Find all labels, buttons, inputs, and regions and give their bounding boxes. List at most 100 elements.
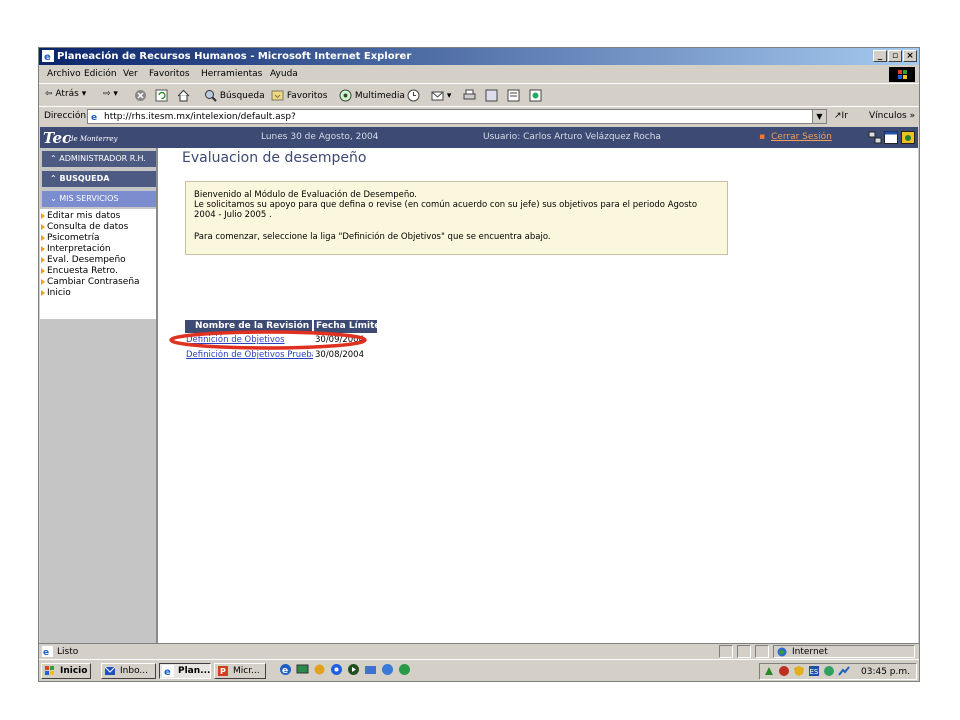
task-microsoft-label: Micr... bbox=[233, 666, 260, 676]
menu-bar: Archivo Edición Ver Favoritos Herramient… bbox=[39, 66, 919, 84]
help-icon[interactable] bbox=[901, 131, 915, 144]
history-icon bbox=[407, 89, 420, 102]
logout-link[interactable]: Cerrar Sesión bbox=[771, 132, 832, 142]
menu-item-consulta-datos[interactable]: Consulta de datos bbox=[40, 222, 128, 232]
print-icon bbox=[463, 89, 476, 100]
logo-main: Tec bbox=[43, 129, 72, 147]
menu-item-cambiar-contrasena[interactable]: Cambiar Contraseña bbox=[41, 277, 140, 287]
media-launch-icon[interactable] bbox=[330, 663, 343, 676]
info-line-4: Para comenzar, seleccione la liga "Defin… bbox=[194, 232, 551, 242]
forward-arrow-icon: ⇨ bbox=[103, 89, 111, 99]
logout-bullet-icon: ▪ bbox=[759, 132, 766, 142]
mail-button[interactable]: ▾ bbox=[431, 89, 451, 102]
explorer-launch-icon[interactable] bbox=[381, 663, 394, 676]
zone-label: Internet bbox=[792, 647, 828, 657]
discuss-button[interactable] bbox=[507, 89, 520, 102]
menu-item-encuesta-retro[interactable]: Encuesta Retro. bbox=[41, 266, 118, 276]
forward-button[interactable]: ⇨ ▾ bbox=[103, 89, 118, 99]
info-line-2: Le solicitamos su apoyo para que defina … bbox=[194, 200, 698, 210]
tray-connection-icon[interactable] bbox=[838, 665, 850, 677]
address-input[interactable]: e http://rhs.itesm.mx/intelexion/default… bbox=[87, 109, 827, 124]
zone-pane: Internet bbox=[773, 645, 915, 658]
menu-ayuda[interactable]: Ayuda bbox=[270, 69, 298, 79]
menu-archivo[interactable]: Archivo bbox=[47, 69, 81, 79]
status-pane-2 bbox=[737, 645, 751, 658]
links-button[interactable]: Vínculos » bbox=[869, 111, 915, 121]
logo-sub: de Monterrey bbox=[69, 135, 118, 143]
mail-icon bbox=[431, 91, 444, 101]
info-panel: Bienvenido al Módulo de Evaluación de De… bbox=[185, 181, 728, 255]
edit-button[interactable] bbox=[485, 89, 498, 102]
tray-antivirus-icon[interactable] bbox=[778, 665, 790, 677]
search-label: Búsqueda bbox=[219, 91, 265, 101]
task-inbox-label: Inbo... bbox=[120, 666, 149, 676]
svg-text:e: e bbox=[43, 648, 49, 657]
nav-mis-servicios[interactable]: ⌄ MIS SERVICIOS bbox=[42, 191, 156, 207]
tray-language-icon[interactable]: ES bbox=[808, 665, 820, 677]
menu-item-editar-datos[interactable]: Editar mis datos bbox=[40, 211, 120, 221]
stop-icon bbox=[135, 90, 146, 101]
messenger-button[interactable] bbox=[529, 89, 542, 102]
home-button[interactable] bbox=[177, 89, 190, 102]
info-line-1: Bienvenido al Módulo de Evaluación de De… bbox=[194, 190, 417, 200]
svg-text:e: e bbox=[164, 667, 171, 677]
clock: 03:45 p.m. bbox=[861, 667, 910, 677]
ie-launch-icon[interactable]: e bbox=[279, 663, 292, 676]
toolbar: ⇦ Atrás ▾ ⇨ ▾ Búsqueda Favoritos Multime… bbox=[39, 84, 919, 107]
svg-text:e: e bbox=[282, 666, 288, 676]
menu-item-inicio[interactable]: Inicio bbox=[41, 288, 71, 298]
menu-ver[interactable]: Ver bbox=[123, 69, 138, 79]
print-button[interactable] bbox=[463, 89, 476, 102]
refresh-button[interactable] bbox=[155, 89, 168, 102]
search-button[interactable]: Búsqueda bbox=[204, 89, 265, 102]
messenger-icon bbox=[529, 89, 542, 102]
sidebar: ⌃ ADMINISTRADOR R.H. ⌃ BUSQUEDA ⌄ MIS SE… bbox=[40, 148, 158, 643]
address-dropdown-button[interactable]: ▼ bbox=[812, 110, 826, 123]
close-button[interactable]: × bbox=[903, 50, 917, 62]
multimedia-label: Multimedia bbox=[354, 91, 405, 101]
favorites-button[interactable]: Favoritos bbox=[271, 89, 328, 102]
mail-launch-icon[interactable] bbox=[364, 663, 377, 676]
menu-item-psicometria[interactable]: Psicometría bbox=[40, 233, 99, 243]
multimedia-button[interactable]: Multimedia bbox=[339, 89, 405, 102]
back-button[interactable]: ⇦ Atrás ▾ bbox=[45, 89, 86, 99]
nav-admin-rh[interactable]: ⌃ ADMINISTRADOR R.H. bbox=[42, 151, 156, 167]
header-date: Lunes 30 de Agosto, 2004 bbox=[261, 132, 379, 142]
menu-edicion[interactable]: Edición bbox=[84, 69, 117, 79]
address-label: Dirección bbox=[44, 111, 87, 121]
favorites-icon bbox=[271, 90, 284, 101]
nav-busqueda[interactable]: ⌃ BUSQUEDA bbox=[42, 171, 156, 187]
start-button[interactable]: Inicio bbox=[41, 663, 91, 679]
task-microsoft[interactable]: P Micr... bbox=[214, 663, 266, 679]
menu-item-interpretacion[interactable]: Interpretación bbox=[41, 244, 111, 254]
status-bar: e Listo Internet bbox=[39, 643, 919, 660]
maximize-button[interactable]: ▫ bbox=[888, 50, 902, 62]
windows-flag-icon bbox=[45, 666, 54, 675]
stop-button[interactable] bbox=[134, 89, 147, 102]
task-inbox[interactable]: Inbo... bbox=[101, 663, 156, 679]
back-arrow-icon: ⇦ bbox=[45, 89, 53, 99]
history-button[interactable] bbox=[407, 89, 420, 102]
task-planeacion[interactable]: e Plan... bbox=[159, 663, 211, 679]
windows-logo-icon bbox=[889, 67, 915, 82]
go-label: Ir bbox=[841, 111, 848, 121]
page-title: Evaluacion de desempeño bbox=[182, 150, 367, 166]
window-icon[interactable] bbox=[884, 131, 898, 144]
messenger-launch-icon[interactable] bbox=[398, 663, 411, 676]
menu-favoritos[interactable]: Favoritos bbox=[149, 69, 190, 79]
app-launch-icon[interactable] bbox=[313, 663, 326, 676]
globe-icon bbox=[777, 647, 787, 657]
page-done-icon: e bbox=[42, 646, 53, 657]
header-bar: Tec de Monterrey Lunes 30 de Agosto, 200… bbox=[40, 127, 918, 148]
network-icon[interactable] bbox=[868, 131, 882, 144]
tray-network-icon[interactable] bbox=[763, 665, 775, 677]
go-button[interactable]: ↗Ir bbox=[834, 111, 848, 121]
desktop-launch-icon[interactable] bbox=[296, 663, 309, 676]
player-launch-icon[interactable] bbox=[347, 663, 360, 676]
tray-shield-icon[interactable] bbox=[793, 665, 805, 677]
menu-item-eval-desempeno[interactable]: Eval. Desempeño bbox=[41, 255, 126, 265]
multimedia-icon bbox=[339, 89, 352, 102]
minimize-button[interactable]: _ bbox=[873, 50, 887, 62]
menu-herramientas[interactable]: Herramientas bbox=[201, 69, 262, 79]
tray-sync-icon[interactable] bbox=[823, 665, 835, 677]
